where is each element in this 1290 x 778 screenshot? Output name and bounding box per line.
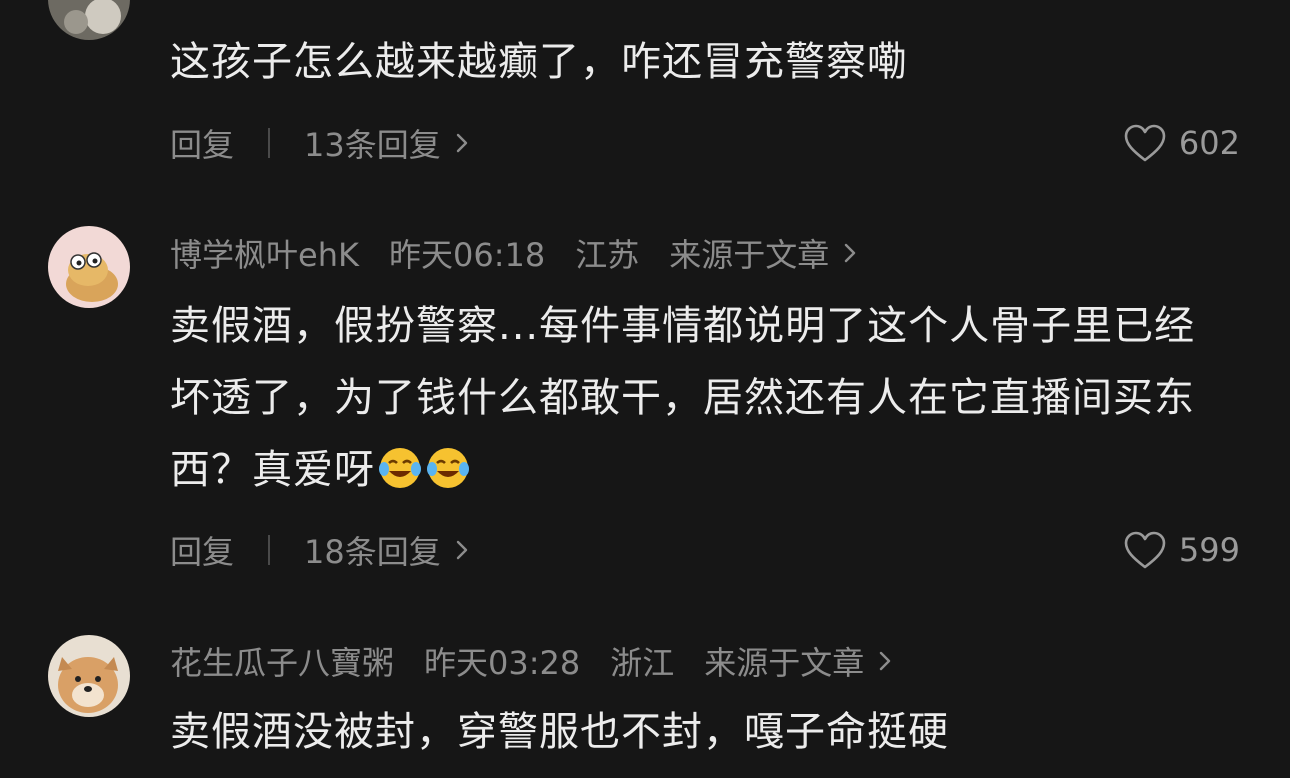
user-avatar-icon xyxy=(48,226,130,308)
divider xyxy=(268,128,271,158)
avatar[interactable] xyxy=(48,635,130,717)
source-link[interactable]: 来源于文章 xyxy=(669,230,861,276)
like-count: 602 xyxy=(1178,124,1240,162)
tears-of-joy-icon xyxy=(379,448,421,488)
chevron-right-icon xyxy=(456,133,467,153)
comment-actions: 回复 13条回复 602 xyxy=(170,118,1240,168)
reply-button[interactable]: 回复 xyxy=(170,120,234,166)
comment-actions: 回复 18条回复 599 xyxy=(170,525,1240,575)
source-label: 来源于文章 xyxy=(669,236,830,274)
replies-count: 13条回复 xyxy=(304,126,441,164)
heart-icon xyxy=(1124,124,1166,162)
user-avatar-icon xyxy=(48,0,130,40)
replies-count: 18条回复 xyxy=(304,533,441,571)
tears-of-joy-icon xyxy=(427,448,469,488)
comment-time: 昨天06:18 xyxy=(388,236,546,274)
heart-icon xyxy=(1124,531,1166,569)
divider xyxy=(268,535,271,565)
chevron-right-icon xyxy=(880,651,891,671)
like-button[interactable]: 599 xyxy=(1123,530,1240,570)
comment-text: 卖假酒，假扮警察...每件事情都说明了这个人骨子里已经坏透了，为了钱什么都敢干，… xyxy=(170,290,1230,506)
view-replies-link[interactable]: 13条回复 xyxy=(304,120,473,166)
comment-text: 卖假酒没被封，穿警服也不封，嘎子命挺硬 xyxy=(170,709,949,755)
source-label: 来源于文章 xyxy=(704,644,865,682)
comment-meta: 博学枫叶ehK 昨天06:18 江苏 来源于文章 xyxy=(170,230,861,276)
avatar[interactable] xyxy=(48,0,130,40)
chevron-right-icon xyxy=(845,243,856,263)
comment-body: 卖假酒，假扮警察...每件事情都说明了这个人骨子里已经坏透了，为了钱什么都敢干，… xyxy=(170,303,1196,493)
author-name[interactable]: 博学枫叶ehK xyxy=(170,230,359,276)
comment-text: 这孩子怎么越来越癫了，咋还冒充警察嘞 xyxy=(170,39,908,85)
like-count: 599 xyxy=(1178,531,1240,569)
comment-meta: 花生瓜子八寶粥 昨天03:28 浙江 来源于文章 xyxy=(170,638,896,684)
reply-button[interactable]: 回复 xyxy=(170,527,234,573)
avatar[interactable] xyxy=(48,226,130,308)
like-button[interactable]: 602 xyxy=(1123,123,1240,163)
comment-location: 江苏 xyxy=(575,236,640,274)
user-avatar-icon xyxy=(48,635,130,717)
source-link[interactable]: 来源于文章 xyxy=(704,638,896,684)
author-name[interactable]: 花生瓜子八寶粥 xyxy=(170,638,394,684)
comment-location: 浙江 xyxy=(610,644,675,682)
view-replies-link[interactable]: 18条回复 xyxy=(304,527,473,573)
comment-time: 昨天03:28 xyxy=(424,644,581,682)
chevron-right-icon xyxy=(456,540,467,560)
